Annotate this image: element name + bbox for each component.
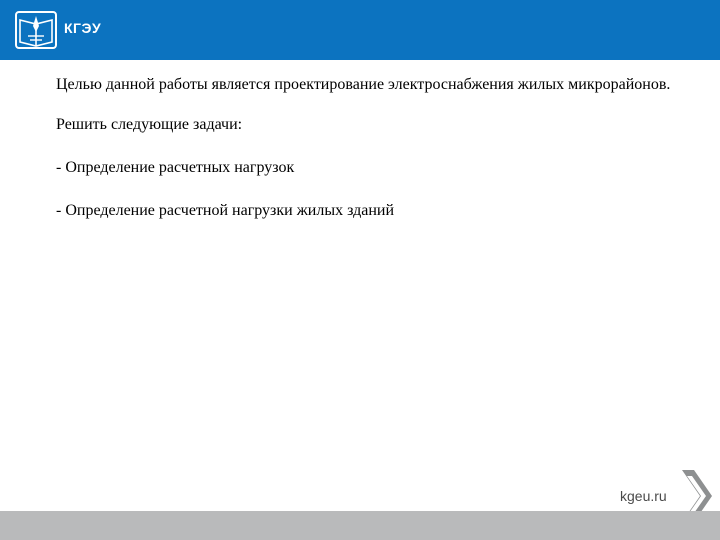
slide-content: Целью данной работы является проектирова…	[18, 68, 712, 237]
goal-paragraph: Целью данной работы является проектирова…	[56, 76, 671, 93]
tasks-intro: Решить следующие задачи:	[56, 116, 243, 133]
task-item-residential-load: - Определение расчетной нагрузки жилых з…	[56, 202, 395, 219]
org-name: КГЭУ	[64, 20, 102, 36]
task-item-loads: - Определение расчетных нагрузок	[56, 159, 295, 176]
header-bar: КГЭУ	[0, 0, 720, 60]
university-book-logo-icon	[15, 11, 57, 49]
footer-band	[0, 511, 720, 540]
footer-url[interactable]: kgeu.ru	[620, 488, 667, 504]
